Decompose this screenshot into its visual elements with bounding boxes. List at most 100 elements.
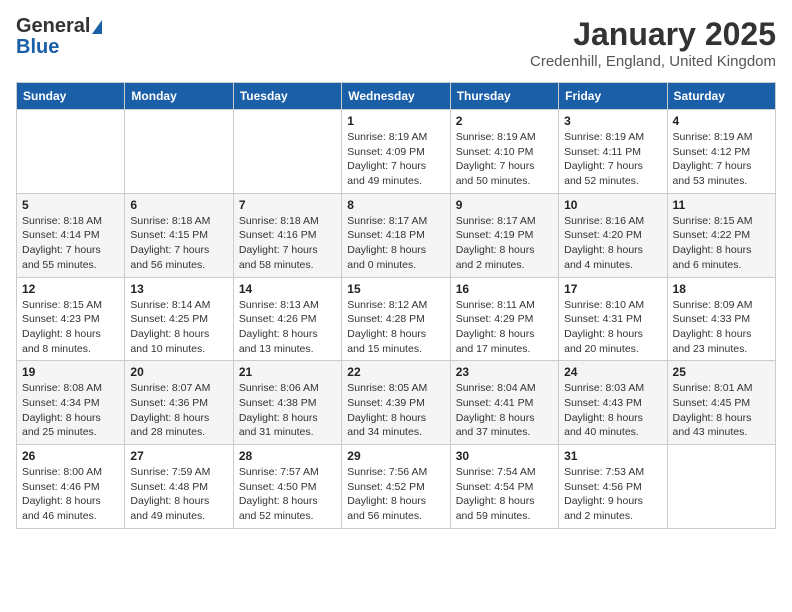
day-info: Sunrise: 8:14 AM Sunset: 4:25 PM Dayligh… [130,298,227,357]
day-number: 13 [130,282,227,296]
day-number: 8 [347,198,444,212]
calendar-week-row: 12 Sunrise: 8:15 AM Sunset: 4:23 PM Dayli… [17,277,776,361]
calendar-day-cell: 8 Sunrise: 8:17 AM Sunset: 4:18 PM Daylig… [342,193,450,277]
calendar-day-cell: 6 Sunrise: 8:18 AM Sunset: 4:15 PM Daylig… [125,193,233,277]
day-number: 7 [239,198,336,212]
day-info: Sunrise: 8:05 AM Sunset: 4:39 PM Dayligh… [347,381,444,440]
day-info: Sunrise: 8:19 AM Sunset: 4:10 PM Dayligh… [456,130,553,189]
day-number: 30 [456,449,553,463]
calendar-day-cell: 20 Sunrise: 8:07 AM Sunset: 4:36 PM Dayli… [125,361,233,445]
day-number: 25 [673,365,770,379]
calendar-day-header: Saturday [667,83,775,110]
calendar-day-header: Tuesday [233,83,341,110]
day-number: 10 [564,198,661,212]
calendar-day-cell: 19 Sunrise: 8:08 AM Sunset: 4:34 PM Dayli… [17,361,125,445]
day-info: Sunrise: 8:06 AM Sunset: 4:38 PM Dayligh… [239,381,336,440]
calendar-day-cell: 14 Sunrise: 8:13 AM Sunset: 4:26 PM Dayli… [233,277,341,361]
day-info: Sunrise: 8:13 AM Sunset: 4:26 PM Dayligh… [239,298,336,357]
calendar-day-cell: 26 Sunrise: 8:00 AM Sunset: 4:46 PM Dayli… [17,445,125,529]
logo-triangle-icon [92,20,102,34]
day-info: Sunrise: 8:17 AM Sunset: 4:18 PM Dayligh… [347,214,444,273]
calendar-day-cell: 30 Sunrise: 7:54 AM Sunset: 4:54 PM Dayli… [450,445,558,529]
calendar-week-row: 26 Sunrise: 8:00 AM Sunset: 4:46 PM Dayli… [17,445,776,529]
title-block: January 2025 Credenhill, England, United… [530,16,776,70]
day-number: 17 [564,282,661,296]
calendar-day-cell [17,110,125,194]
day-info: Sunrise: 8:18 AM Sunset: 4:15 PM Dayligh… [130,214,227,273]
calendar-day-cell: 3Sunrise: 8:19 AM Sunset: 4:11 PM Daylig… [559,110,667,194]
calendar-day-header: Thursday [450,83,558,110]
day-info: Sunrise: 8:18 AM Sunset: 4:14 PM Dayligh… [22,214,119,273]
calendar-day-cell: 24Sunrise: 8:03 AM Sunset: 4:43 PM Dayli… [559,361,667,445]
calendar-day-cell: 5 Sunrise: 8:18 AM Sunset: 4:14 PM Daylig… [17,193,125,277]
day-number: 16 [456,282,553,296]
day-info: Sunrise: 8:19 AM Sunset: 4:12 PM Dayligh… [673,130,770,189]
day-number: 26 [22,449,119,463]
day-info: Sunrise: 7:56 AM Sunset: 4:52 PM Dayligh… [347,465,444,524]
day-info: Sunrise: 7:53 AM Sunset: 4:56 PM Dayligh… [564,465,661,524]
day-number: 12 [22,282,119,296]
page-subtitle: Credenhill, England, United Kingdom [530,53,776,70]
day-number: 31 [564,449,661,463]
logo: General Blue [16,16,102,59]
day-info: Sunrise: 8:15 AM Sunset: 4:23 PM Dayligh… [22,298,119,357]
day-number: 15 [347,282,444,296]
day-info: Sunrise: 8:08 AM Sunset: 4:34 PM Dayligh… [22,381,119,440]
day-info: Sunrise: 8:11 AM Sunset: 4:29 PM Dayligh… [456,298,553,357]
logo-general-text: General [16,16,90,36]
day-number: 22 [347,365,444,379]
calendar-day-cell: 12 Sunrise: 8:15 AM Sunset: 4:23 PM Dayli… [17,277,125,361]
day-number: 27 [130,449,227,463]
calendar-day-header: Monday [125,83,233,110]
day-number: 5 [22,198,119,212]
calendar-day-cell: 9 Sunrise: 8:17 AM Sunset: 4:19 PM Daylig… [450,193,558,277]
calendar-day-cell: 25Sunrise: 8:01 AM Sunset: 4:45 PM Dayli… [667,361,775,445]
calendar-table: SundayMondayTuesdayWednesdayThursdayFrid… [16,82,776,529]
calendar-week-row: 5 Sunrise: 8:18 AM Sunset: 4:14 PM Daylig… [17,193,776,277]
day-info: Sunrise: 8:04 AM Sunset: 4:41 PM Dayligh… [456,381,553,440]
calendar-day-cell: 16 Sunrise: 8:11 AM Sunset: 4:29 PM Dayli… [450,277,558,361]
calendar-day-cell: 22 Sunrise: 8:05 AM Sunset: 4:39 PM Dayli… [342,361,450,445]
calendar-day-cell: 15 Sunrise: 8:12 AM Sunset: 4:28 PM Dayli… [342,277,450,361]
day-info: Sunrise: 8:15 AM Sunset: 4:22 PM Dayligh… [673,214,770,273]
day-number: 3 [564,114,661,128]
day-number: 1 [347,114,444,128]
day-number: 14 [239,282,336,296]
day-number: 4 [673,114,770,128]
calendar-day-cell: 2 Sunrise: 8:19 AM Sunset: 4:10 PM Daylig… [450,110,558,194]
day-number: 6 [130,198,227,212]
calendar-day-cell: 7Sunrise: 8:18 AM Sunset: 4:16 PM Daylig… [233,193,341,277]
day-number: 28 [239,449,336,463]
calendar-day-header: Friday [559,83,667,110]
calendar-day-header: Sunday [17,83,125,110]
day-number: 18 [673,282,770,296]
day-number: 2 [456,114,553,128]
day-info: Sunrise: 7:54 AM Sunset: 4:54 PM Dayligh… [456,465,553,524]
day-number: 24 [564,365,661,379]
day-info: Sunrise: 8:00 AM Sunset: 4:46 PM Dayligh… [22,465,119,524]
calendar-day-cell: 18Sunrise: 8:09 AM Sunset: 4:33 PM Dayli… [667,277,775,361]
calendar-day-cell: 29Sunrise: 7:56 AM Sunset: 4:52 PM Dayli… [342,445,450,529]
page-header: General Blue January 2025 Credenhill, En… [16,16,776,70]
day-info: Sunrise: 8:17 AM Sunset: 4:19 PM Dayligh… [456,214,553,273]
calendar-day-cell: 23 Sunrise: 8:04 AM Sunset: 4:41 PM Dayli… [450,361,558,445]
calendar-day-cell: 17 Sunrise: 8:10 AM Sunset: 4:31 PM Dayli… [559,277,667,361]
calendar-week-row: 1 Sunrise: 8:19 AM Sunset: 4:09 PM Daylig… [17,110,776,194]
day-number: 20 [130,365,227,379]
day-info: Sunrise: 8:12 AM Sunset: 4:28 PM Dayligh… [347,298,444,357]
day-info: Sunrise: 8:19 AM Sunset: 4:09 PM Dayligh… [347,130,444,189]
day-info: Sunrise: 8:07 AM Sunset: 4:36 PM Dayligh… [130,381,227,440]
calendar-week-row: 19 Sunrise: 8:08 AM Sunset: 4:34 PM Dayli… [17,361,776,445]
day-number: 9 [456,198,553,212]
day-info: Sunrise: 7:57 AM Sunset: 4:50 PM Dayligh… [239,465,336,524]
day-info: Sunrise: 8:10 AM Sunset: 4:31 PM Dayligh… [564,298,661,357]
day-info: Sunrise: 7:59 AM Sunset: 4:48 PM Dayligh… [130,465,227,524]
day-number: 19 [22,365,119,379]
calendar-day-cell: 21Sunrise: 8:06 AM Sunset: 4:38 PM Dayli… [233,361,341,445]
day-number: 23 [456,365,553,379]
calendar-day-cell [233,110,341,194]
calendar-header-row: SundayMondayTuesdayWednesdayThursdayFrid… [17,83,776,110]
day-info: Sunrise: 8:16 AM Sunset: 4:20 PM Dayligh… [564,214,661,273]
calendar-day-cell: 31 Sunrise: 7:53 AM Sunset: 4:56 PM Dayli… [559,445,667,529]
logo-blue-text: Blue [16,36,59,59]
